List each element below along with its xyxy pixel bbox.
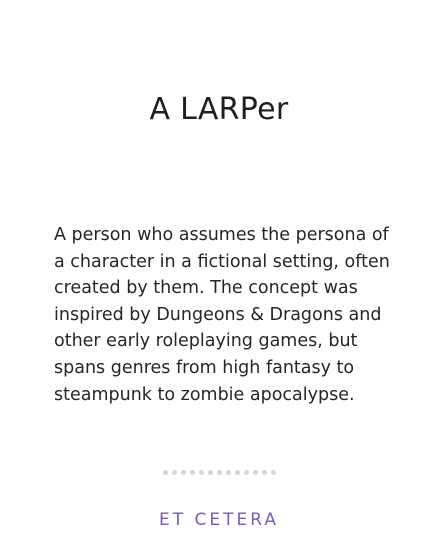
footer-label: ET CETERA — [158, 510, 280, 530]
divider-dot — [270, 470, 276, 475]
definition-card: A LARPer A person who assumes the person… — [0, 0, 438, 557]
divider-dot — [207, 470, 213, 475]
divider-dot — [162, 470, 168, 475]
divider-dot — [234, 470, 240, 475]
divider-dot — [171, 470, 177, 475]
divider-dot — [189, 470, 195, 475]
divider-dot — [252, 470, 258, 475]
divider-dot — [243, 470, 249, 475]
card-title: A LARPer — [149, 92, 289, 127]
divider-dot — [216, 470, 222, 475]
dot-divider — [0, 470, 438, 475]
divider-dot — [261, 470, 267, 475]
card-definition: A person who assumes the persona of a ch… — [54, 225, 390, 405]
divider-dot — [225, 470, 231, 475]
divider-dot — [198, 470, 204, 475]
divider-dot — [180, 470, 186, 475]
